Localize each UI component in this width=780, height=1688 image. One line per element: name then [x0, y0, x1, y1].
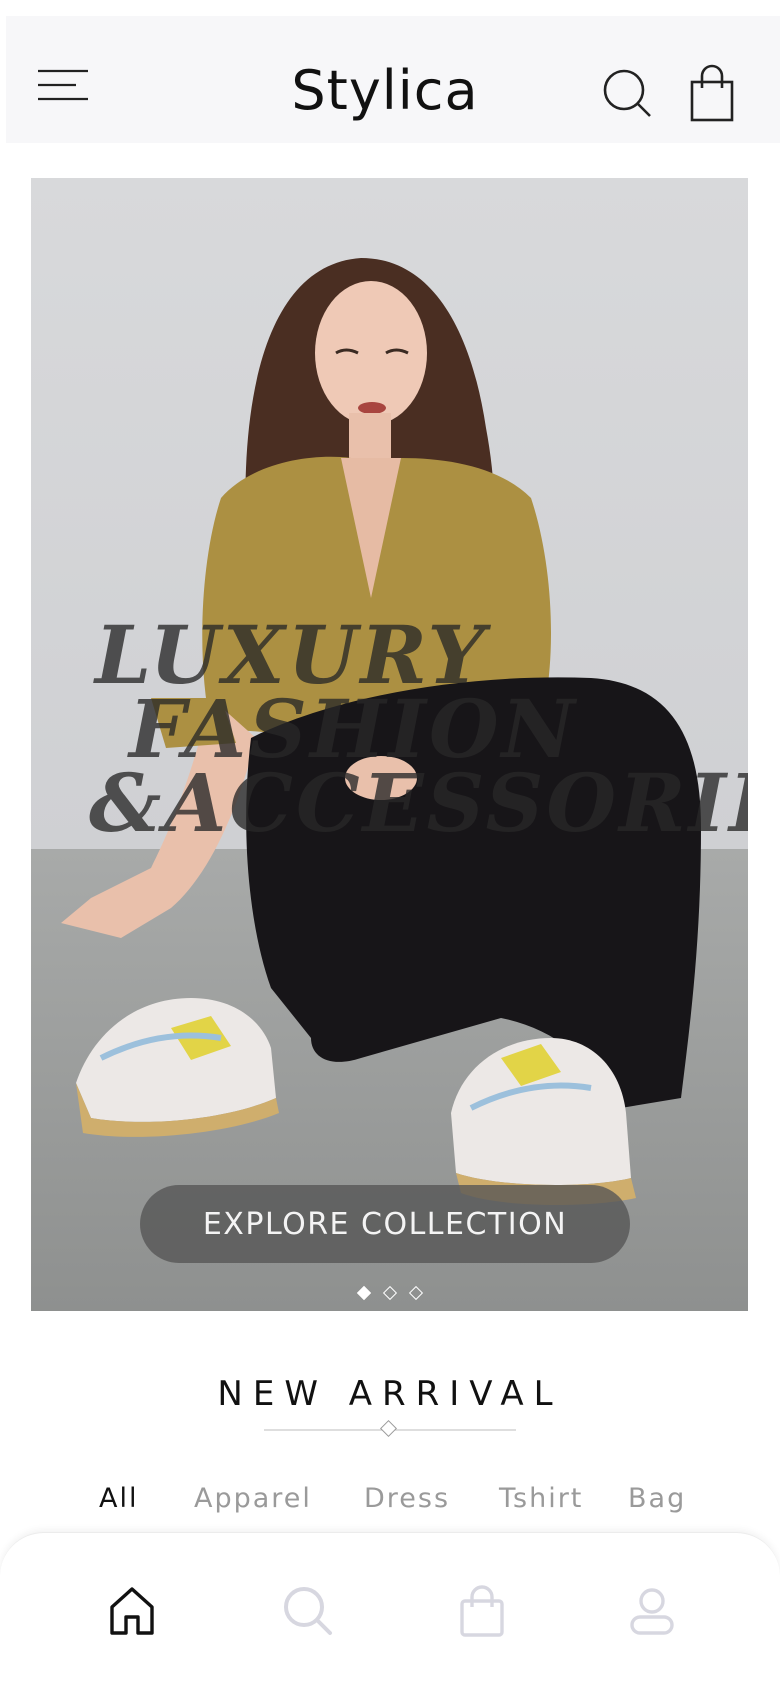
nav-home[interactable] [104, 1583, 160, 1639]
search-icon [603, 69, 651, 117]
shopping-bag-icon [690, 64, 734, 122]
brand-name: Stylica [291, 59, 479, 122]
nav-search[interactable] [280, 1583, 336, 1639]
profile-icon [630, 1588, 674, 1635]
bottom-navigation [0, 1532, 780, 1688]
carousel-dot-2[interactable] [382, 1285, 397, 1301]
carousel-dot-3[interactable] [408, 1285, 423, 1301]
headline-line-1: LUXURY [95, 608, 488, 702]
filter-tab-apparel[interactable]: Apparel [194, 1483, 312, 1514]
section-divider [264, 1420, 516, 1437]
category-filter-tabs: All Apparel Dress Tshirt Bag [0, 1483, 780, 1523]
hero-banner[interactable]: LUXURY FASHION &ACCESSORIES EXPLORE COLL… [31, 178, 748, 1311]
nav-cart[interactable] [454, 1583, 510, 1639]
carousel-dot-1[interactable] [356, 1285, 371, 1301]
explore-collection-button[interactable]: EXPLORE COLLECTION [140, 1185, 630, 1263]
new-arrival-title: NEW ARRIVAL [217, 1374, 563, 1414]
home-icon [110, 1587, 154, 1635]
search-button[interactable] [600, 66, 656, 122]
filter-tab-tshirt[interactable]: Tshirt [499, 1483, 583, 1514]
filter-tab-all[interactable]: All [99, 1483, 138, 1514]
brand-logo[interactable]: Stylica [6, 64, 780, 118]
filter-tab-dress[interactable]: Dress [364, 1483, 450, 1514]
headline-line-3: &ACCESSORIES [89, 756, 748, 850]
filter-tab-bag[interactable]: Bag [628, 1483, 686, 1514]
shopping-bag-icon [460, 1585, 504, 1637]
cart-button[interactable] [688, 64, 740, 124]
nav-profile[interactable] [624, 1583, 680, 1639]
top-header: Stylica [6, 16, 780, 143]
carousel-indicators [31, 1285, 748, 1301]
headline-line-2: FASHION [129, 682, 578, 776]
app-screen: Stylica LUXURY FASHION &ACCESSORI EXPLOR… [0, 0, 780, 1688]
search-icon [284, 1587, 332, 1635]
